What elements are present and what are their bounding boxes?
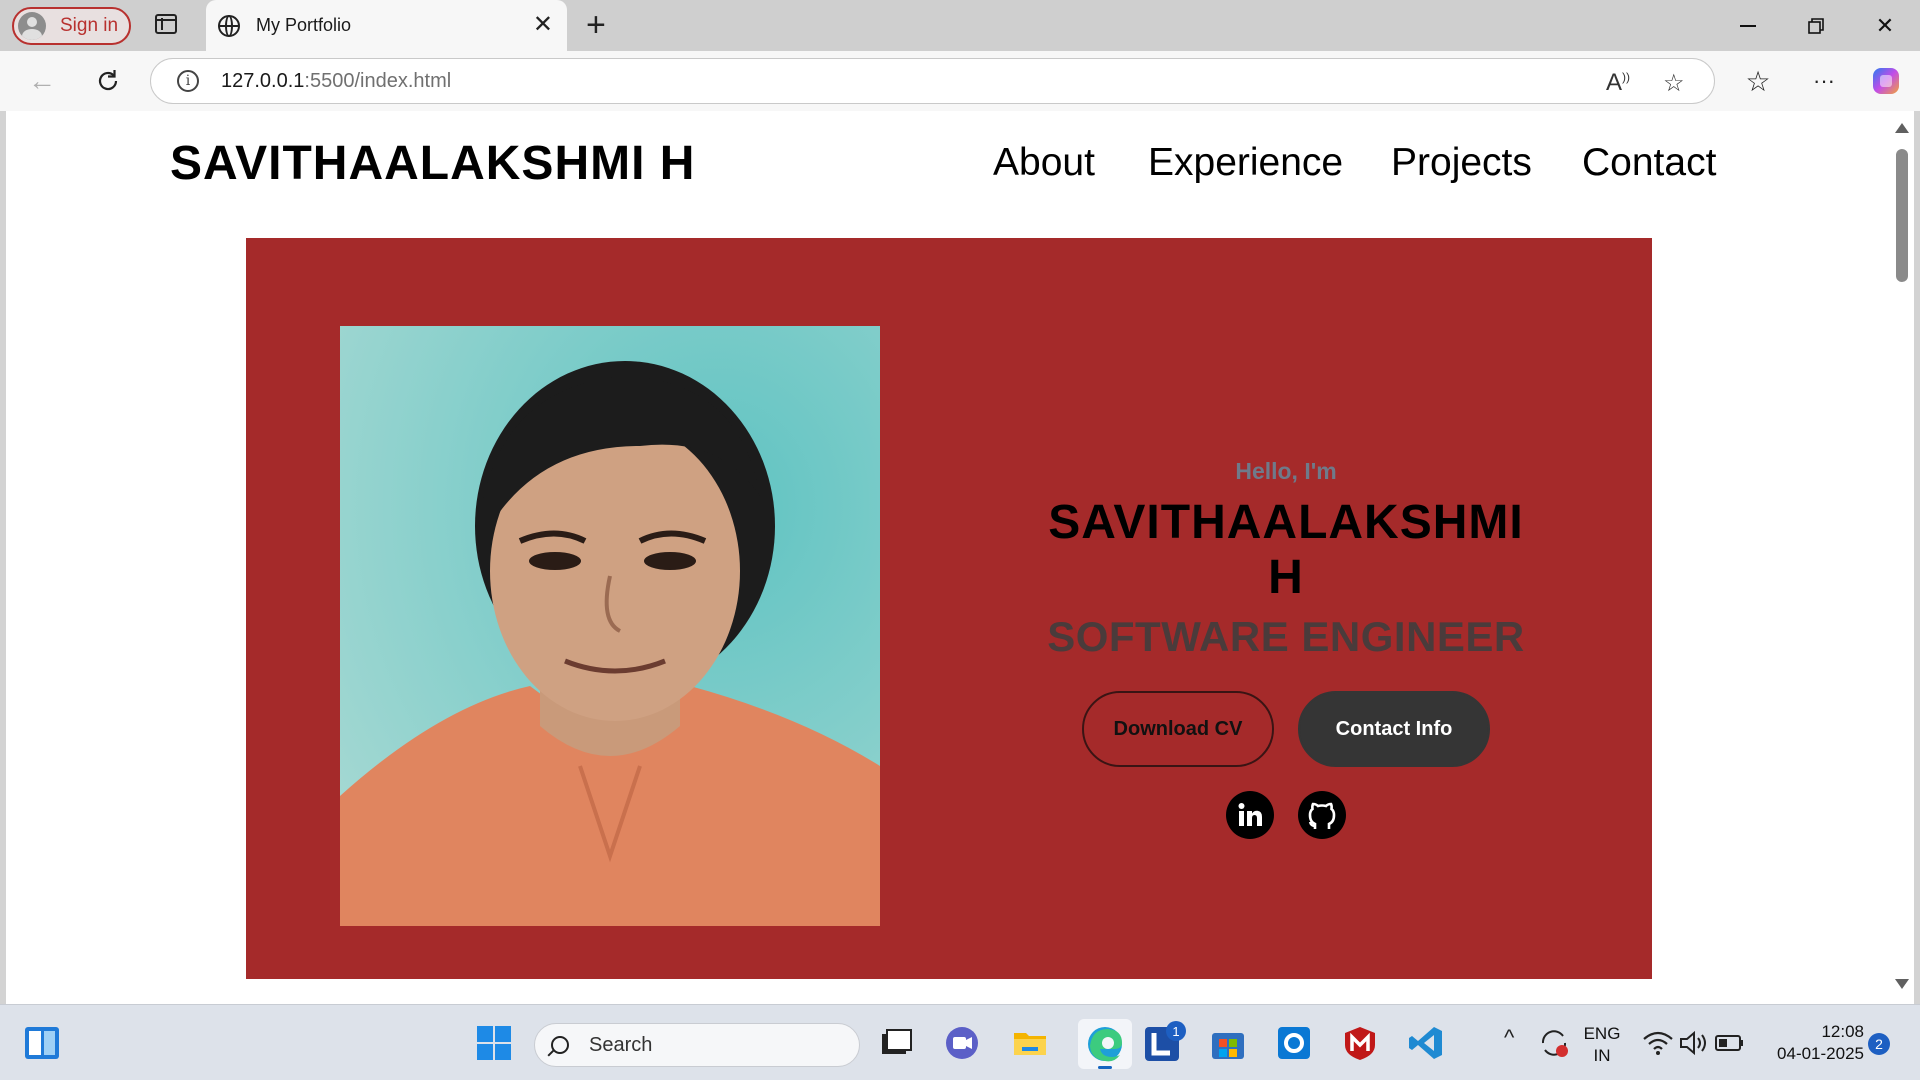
hero-buttons: Download CV Contact Info — [1026, 691, 1546, 767]
page-viewport: SAVITHAALAKSHMI H About Experience Proje… — [6, 111, 1899, 1004]
close-window-icon[interactable]: ✕ — [1851, 0, 1919, 51]
teams-chat-icon[interactable] — [944, 1025, 980, 1061]
taskbar-search-placeholder: Search — [589, 1033, 653, 1056]
hero-name: SAVITHAALAKSHMI H — [1048, 496, 1524, 604]
nav-link-contact[interactable]: Contact — [1582, 141, 1716, 185]
close-tab-icon[interactable]: ✕ — [533, 12, 553, 38]
browser-toolbar: ← i 127.0.0.1:5500/index.html A)) ☆ ☆ ··… — [0, 51, 1920, 111]
favorites-icon[interactable]: ☆ — [1740, 63, 1776, 99]
wifi-icon[interactable] — [1640, 1025, 1676, 1061]
battery-icon[interactable] — [1712, 1025, 1748, 1061]
scroll-up-icon[interactable] — [1895, 123, 1909, 133]
hero-text: Hello, I'm SAVITHAALAKSHMI H SOFTWARE EN… — [1026, 458, 1546, 839]
outlook-icon[interactable] — [1276, 1025, 1312, 1061]
download-cv-button[interactable]: Download CV — [1082, 691, 1274, 767]
taskbar-search[interactable]: Search — [534, 1023, 860, 1067]
more-options-icon[interactable]: ··· — [1806, 63, 1842, 99]
globe-icon — [218, 14, 240, 37]
task-view-icon[interactable] — [878, 1025, 914, 1061]
widgets-icon[interactable] — [24, 1025, 60, 1061]
mcafee-icon[interactable] — [1342, 1025, 1378, 1061]
social-links — [1026, 791, 1546, 839]
nav-link-projects[interactable]: Projects — [1391, 141, 1532, 185]
hero-role: SOFTWARE ENGINEER — [1047, 613, 1525, 660]
language-indicator[interactable]: ENG IN — [1580, 1023, 1624, 1067]
microsoft-store-icon[interactable] — [1210, 1025, 1246, 1061]
clock[interactable]: 12:08 04-01-2025 — [1760, 1021, 1864, 1065]
restore-icon[interactable] — [1782, 0, 1850, 51]
sign-in-label: Sign in — [60, 15, 119, 36]
nav-link-about[interactable]: About — [993, 141, 1095, 185]
nav-link-experience[interactable]: Experience — [1148, 141, 1343, 185]
profile-avatar-icon — [18, 12, 46, 40]
volume-icon[interactable] — [1676, 1025, 1712, 1061]
back-icon[interactable]: ← — [24, 63, 60, 99]
browser-tab-strip: Sign in My Portfolio ✕ + ✕ — [0, 0, 1920, 51]
refresh-icon[interactable] — [90, 63, 126, 99]
profile-photo — [340, 326, 880, 926]
tab-actions-icon[interactable] — [155, 14, 177, 34]
scrollbar-thumb[interactable] — [1896, 149, 1908, 282]
minimize-icon[interactable] — [1714, 0, 1782, 51]
hero-section: Hello, I'm SAVITHAALAKSHMI H SOFTWARE EN… — [246, 238, 1652, 979]
linkedin-icon[interactable] — [1226, 791, 1274, 839]
notification-count-badge[interactable]: 2 — [1868, 1033, 1890, 1055]
site-info-icon[interactable]: i — [177, 70, 199, 92]
sign-in-button[interactable]: Sign in — [12, 7, 131, 45]
search-icon — [551, 1036, 569, 1054]
vertical-scrollbar[interactable] — [1889, 111, 1914, 1004]
edge-icon[interactable] — [1078, 1019, 1132, 1069]
hero-greeting: Hello, I'm — [1235, 458, 1337, 484]
contact-info-button[interactable]: Contact Info — [1298, 691, 1490, 767]
app-notification-badge: 1 — [1166, 1021, 1186, 1041]
site-logo[interactable]: SAVITHAALAKSHMI H — [170, 136, 695, 191]
url-text: 127.0.0.1:5500/index.html — [221, 69, 452, 92]
file-explorer-icon[interactable] — [1012, 1025, 1048, 1061]
new-tab-icon[interactable]: + — [586, 8, 606, 42]
show-hidden-icons[interactable]: ^ — [1504, 1025, 1540, 1061]
start-icon[interactable] — [476, 1025, 512, 1061]
favorite-star-icon[interactable]: ☆ — [1663, 69, 1685, 98]
tab-title: My Portfolio — [256, 15, 352, 35]
scroll-down-icon[interactable] — [1895, 979, 1909, 989]
copilot-icon[interactable] — [1868, 63, 1904, 99]
tab-my-portfolio[interactable]: My Portfolio ✕ — [206, 0, 567, 51]
sync-icon[interactable] — [1536, 1025, 1572, 1061]
github-icon[interactable] — [1298, 791, 1346, 839]
address-bar[interactable]: i 127.0.0.1:5500/index.html A)) ☆ — [150, 58, 1715, 104]
read-aloud-icon[interactable]: A)) — [1606, 69, 1630, 97]
windows-taskbar: Search 1 ^ ENG IN 12:08 04-01-2025 2 — [0, 1004, 1920, 1080]
vs-code-icon[interactable] — [1408, 1025, 1444, 1061]
